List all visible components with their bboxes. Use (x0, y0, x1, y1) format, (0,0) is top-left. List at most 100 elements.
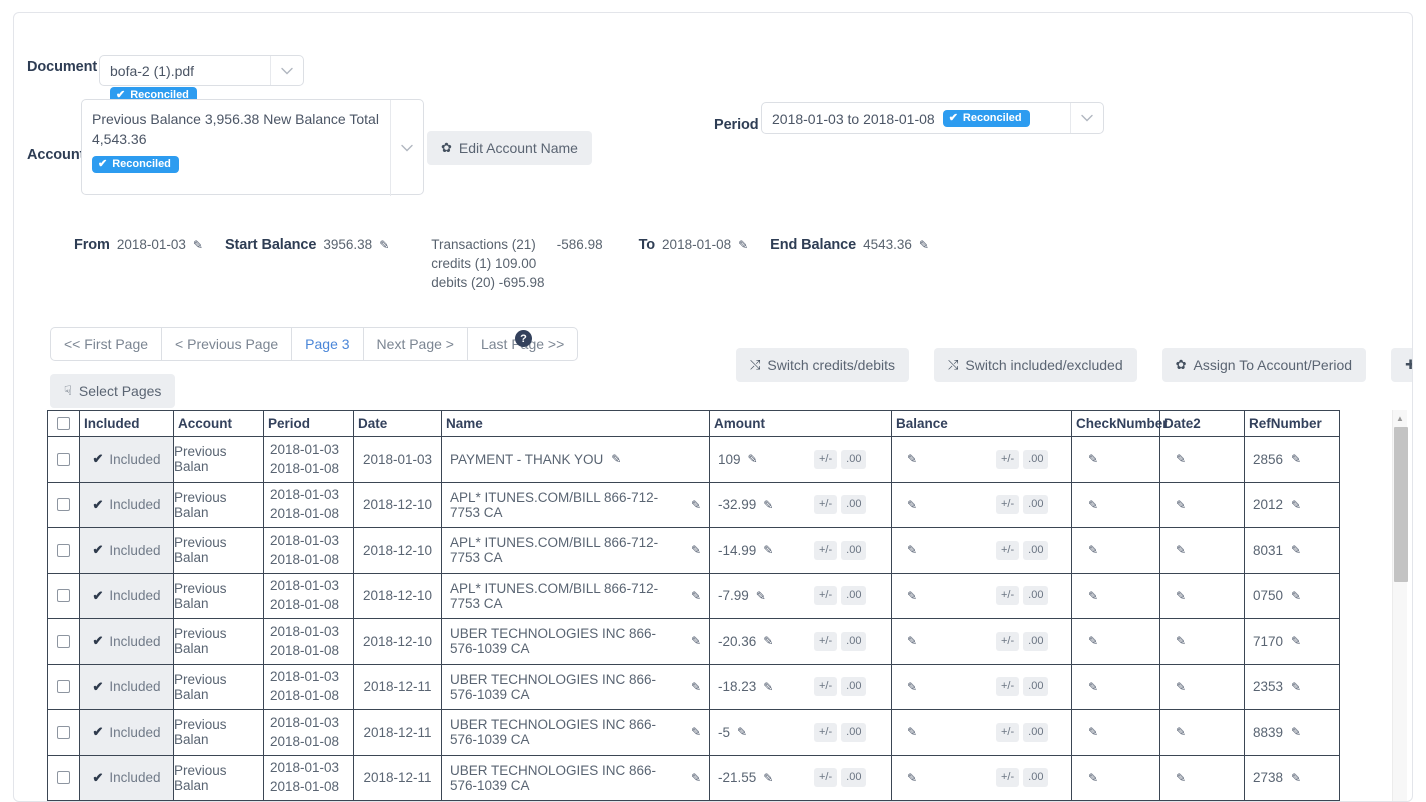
edit-pencil-icon[interactable]: ✎ (1291, 725, 1301, 739)
plus-minus-button[interactable]: +/- (996, 495, 1019, 514)
edit-pencil-icon[interactable]: ✎ (907, 589, 917, 603)
edit-pencil-icon[interactable]: ✎ (691, 634, 701, 648)
decimals-button[interactable]: .00 (1023, 723, 1048, 742)
edit-pencil-icon[interactable]: ✎ (1291, 634, 1301, 648)
included-cell[interactable]: ✔Included (80, 437, 174, 483)
column-header-period[interactable]: Period (264, 411, 354, 437)
edit-pencil-icon[interactable]: ✎ (1088, 634, 1098, 648)
decimals-button[interactable]: .00 (1023, 632, 1048, 651)
included-toggle-button[interactable]: ✔Included (80, 619, 173, 664)
decimals-button[interactable]: .00 (841, 450, 866, 469)
decimals-button[interactable]: .00 (1023, 586, 1048, 605)
table-row[interactable]: ✔IncludedPrevious Balan2018-01-032018-01… (48, 437, 1340, 483)
decimals-button[interactable]: .00 (841, 541, 866, 560)
edit-pencil-icon[interactable]: ✎ (1291, 498, 1301, 512)
edit-pencil-icon[interactable]: ✎ (1176, 589, 1186, 603)
edit-pencil-icon[interactable]: ✎ (1176, 543, 1186, 557)
row-select-cell[interactable] (48, 482, 80, 528)
edit-pencil-icon[interactable]: ✎ (1176, 725, 1186, 739)
edit-pencil-icon[interactable]: ✎ (907, 725, 917, 739)
account-select[interactable]: Previous Balance 3,956.38 New Balance To… (81, 99, 424, 195)
edit-pencil-icon[interactable]: ✎ (763, 771, 773, 785)
included-cell[interactable]: ✔Included (80, 664, 174, 710)
edit-pencil-icon[interactable]: ✎ (691, 498, 701, 512)
included-cell[interactable]: ✔Included (80, 482, 174, 528)
edit-pencil-icon[interactable]: ✎ (763, 543, 773, 557)
included-toggle-button[interactable]: ✔Included (80, 756, 173, 801)
plus-minus-button[interactable]: +/- (814, 723, 837, 742)
column-header-amount[interactable]: Amount (710, 411, 892, 437)
table-row[interactable]: ✔IncludedPrevious Balan2018-01-032018-01… (48, 619, 1340, 665)
edit-pencil-icon[interactable]: ✎ (1176, 452, 1186, 466)
first-page-button[interactable]: << First Page (50, 327, 161, 361)
table-vertical-scrollbar[interactable]: ▲ (1392, 410, 1407, 802)
included-cell[interactable]: ✔Included (80, 710, 174, 756)
row-select-cell[interactable] (48, 573, 80, 619)
plus-minus-button[interactable]: +/- (996, 632, 1019, 651)
edit-pencil-icon[interactable]: ✎ (907, 452, 917, 466)
row-select-cell[interactable] (48, 528, 80, 574)
decimals-button[interactable]: .00 (841, 586, 866, 605)
row-select-cell[interactable] (48, 619, 80, 665)
edit-pencil-icon[interactable]: ✎ (763, 634, 773, 648)
edit-pencil-icon[interactable]: ✎ (1291, 771, 1301, 785)
column-header-checknumber[interactable]: CheckNumber (1072, 411, 1160, 437)
period-select[interactable]: 2018-01-03 to 2018-01-08 ✔ Reconciled (761, 102, 1104, 134)
column-header-refnumber[interactable]: RefNumber (1245, 411, 1340, 437)
included-cell[interactable]: ✔Included (80, 573, 174, 619)
edit-pencil-icon[interactable]: ✎ (907, 543, 917, 557)
table-row[interactable]: ✔IncludedPrevious Balan2018-01-032018-01… (48, 573, 1340, 619)
decimals-button[interactable]: .00 (841, 632, 866, 651)
add-transaction-button[interactable]: ✚ Add Transaction (1391, 348, 1413, 382)
edit-pencil-icon[interactable]: ✎ (1088, 452, 1098, 466)
edit-pencil-icon[interactable]: ✎ (1291, 589, 1301, 603)
next-page-button[interactable]: Next Page > (363, 327, 467, 361)
plus-minus-button[interactable]: +/- (996, 677, 1019, 696)
column-header-account[interactable]: Account (174, 411, 264, 437)
table-row[interactable]: ✔IncludedPrevious Balan2018-01-032018-01… (48, 710, 1340, 756)
row-checkbox[interactable] (57, 589, 70, 602)
scroll-up-icon[interactable]: ▲ (1393, 410, 1407, 426)
plus-minus-button[interactable]: +/- (814, 632, 837, 651)
row-select-cell[interactable] (48, 664, 80, 710)
decimals-button[interactable]: .00 (841, 677, 866, 696)
edit-pencil-icon[interactable]: ✎ (379, 238, 389, 252)
row-checkbox[interactable] (57, 635, 70, 648)
edit-pencil-icon[interactable]: ✎ (737, 725, 747, 739)
plus-minus-button[interactable]: +/- (996, 723, 1019, 742)
column-header-name[interactable]: Name (442, 411, 710, 437)
plus-minus-button[interactable]: +/- (814, 677, 837, 696)
plus-minus-button[interactable]: +/- (814, 495, 837, 514)
plus-minus-button[interactable]: +/- (996, 768, 1019, 787)
included-toggle-button[interactable]: ✔Included (80, 665, 173, 710)
edit-pencil-icon[interactable]: ✎ (907, 634, 917, 648)
decimals-button[interactable]: .00 (1023, 677, 1048, 696)
select-all-header[interactable] (48, 411, 80, 437)
table-row[interactable]: ✔IncludedPrevious Balan2018-01-032018-01… (48, 482, 1340, 528)
edit-pencil-icon[interactable]: ✎ (1291, 452, 1301, 466)
chevron-down-icon[interactable] (390, 100, 423, 196)
switch-included-excluded-button[interactable]: ⤭ Switch included/excluded (934, 348, 1137, 382)
edit-pencil-icon[interactable]: ✎ (1088, 680, 1098, 694)
table-row[interactable]: ✔IncludedPrevious Balan2018-01-032018-01… (48, 755, 1340, 801)
edit-pencil-icon[interactable]: ✎ (1176, 634, 1186, 648)
included-toggle-button[interactable]: ✔Included (80, 710, 173, 755)
column-header-included[interactable]: Included (80, 411, 174, 437)
edit-pencil-icon[interactable]: ✎ (763, 498, 773, 512)
help-icon[interactable]: ? (515, 330, 532, 347)
column-header-date2[interactable]: Date2 (1160, 411, 1245, 437)
decimals-button[interactable]: .00 (1023, 450, 1048, 469)
row-checkbox[interactable] (57, 498, 70, 511)
plus-minus-button[interactable]: +/- (996, 450, 1019, 469)
assign-to-account-period-button[interactable]: ✿ Assign To Account/Period (1162, 348, 1366, 382)
row-select-cell[interactable] (48, 437, 80, 483)
edit-pencil-icon[interactable]: ✎ (1088, 543, 1098, 557)
included-cell[interactable]: ✔Included (80, 755, 174, 801)
edit-pencil-icon[interactable]: ✎ (193, 238, 203, 252)
edit-pencil-icon[interactable]: ✎ (691, 725, 701, 739)
edit-pencil-icon[interactable]: ✎ (748, 452, 758, 466)
edit-pencil-icon[interactable]: ✎ (907, 680, 917, 694)
decimals-button[interactable]: .00 (1023, 541, 1048, 560)
plus-minus-button[interactable]: +/- (814, 541, 837, 560)
edit-pencil-icon[interactable]: ✎ (907, 771, 917, 785)
